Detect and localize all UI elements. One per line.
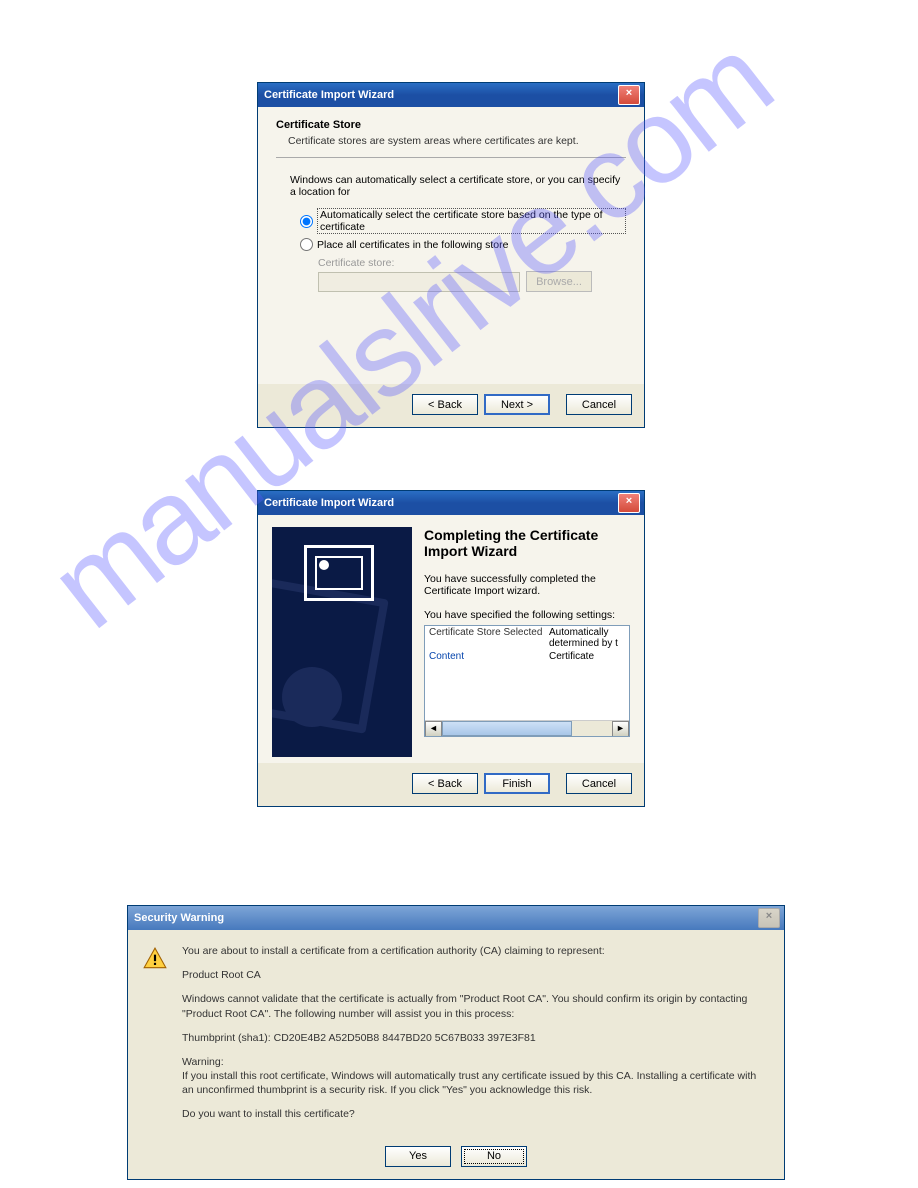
ca-name: Product Root CA <box>182 968 768 982</box>
document-page: manualslrive.com Certificate Import Wiza… <box>0 0 918 1188</box>
warning-icon <box>142 946 168 972</box>
titlebar[interactable]: Security Warning × <box>128 906 784 930</box>
list-row: Content Certificate <box>425 650 629 663</box>
cell: Automatically determined by t <box>549 627 625 649</box>
certificate-icon <box>304 545 374 601</box>
radio-input-place[interactable] <box>300 238 313 251</box>
button-row: < Back Next > Cancel <box>258 384 644 427</box>
security-warning-dialog: Security Warning × You are about to inst… <box>127 905 785 1180</box>
confirm-question: Do you want to install this certificate? <box>182 1107 768 1121</box>
close-icon[interactable]: × <box>618 493 640 513</box>
divider <box>276 157 626 158</box>
titlebar[interactable]: Certificate Import Wizard × <box>258 491 644 515</box>
warning-label: Warning: <box>182 1056 224 1068</box>
warning-detail: If you install this root certificate, Wi… <box>182 1070 756 1096</box>
cancel-button[interactable]: Cancel <box>566 394 632 415</box>
browse-button: Browse... <box>526 271 592 292</box>
store-label: Certificate store: <box>318 257 626 269</box>
titlebar[interactable]: Certificate Import Wizard × <box>258 83 644 107</box>
button-row: Yes No <box>128 1142 784 1179</box>
back-button[interactable]: < Back <box>412 394 478 415</box>
settings-listbox[interactable]: Certificate Store Selected Automatically… <box>424 625 630 737</box>
store-input <box>318 272 520 292</box>
store-input-row: Browse... <box>318 271 626 292</box>
scroll-right-icon[interactable]: ► <box>612 721 629 737</box>
next-button[interactable]: Next > <box>484 394 550 415</box>
radio-place-all[interactable]: Place all certificates in the following … <box>300 238 626 251</box>
yes-button[interactable]: Yes <box>385 1146 451 1167</box>
window-title: Certificate Import Wizard <box>264 89 394 101</box>
completion-text-1: You have successfully completed the Cert… <box>424 573 630 597</box>
radio-auto-select[interactable]: Automatically select the certificate sto… <box>300 208 626 234</box>
cell: Content <box>429 651 549 662</box>
cancel-button[interactable]: Cancel <box>566 773 632 794</box>
wizard-content: Completing the Certificate Import Wizard… <box>424 527 630 757</box>
warning-block: Warning: If you install this root certif… <box>182 1055 768 1098</box>
window-title: Security Warning <box>134 912 224 924</box>
section-desc: Certificate stores are system areas wher… <box>288 135 626 147</box>
warning-line: You are about to install a certificate f… <box>182 944 768 958</box>
instruction-text: Windows can automatically select a certi… <box>290 174 622 198</box>
scroll-left-icon[interactable]: ◄ <box>425 721 442 737</box>
back-button[interactable]: < Back <box>412 773 478 794</box>
cert-import-wizard-store: Certificate Import Wizard × Certificate … <box>257 82 645 428</box>
cell: Certificate Store Selected <box>429 627 549 649</box>
finish-button[interactable]: Finish <box>484 773 550 794</box>
button-row: < Back Finish Cancel <box>258 763 644 806</box>
thumbprint: Thumbprint (sha1): CD20E4B2 A52D50B8 844… <box>182 1031 768 1045</box>
cert-import-wizard-complete: Certificate Import Wizard × Completing t… <box>257 490 645 807</box>
cell: Certificate <box>549 651 625 662</box>
section-heading: Certificate Store <box>276 119 626 131</box>
completion-text-2: You have specified the following setting… <box>424 609 630 621</box>
list-row: Certificate Store Selected Automatically… <box>425 626 629 650</box>
radio-label-auto: Automatically select the certificate sto… <box>317 208 626 234</box>
dialog-body: You are about to install a certificate f… <box>128 930 784 1142</box>
close-icon[interactable]: × <box>618 85 640 105</box>
radio-label-place: Place all certificates in the following … <box>317 239 508 251</box>
radio-input-auto[interactable] <box>300 215 313 228</box>
warning-text: You are about to install a certificate f… <box>182 944 768 1132</box>
wizard-side-graphic <box>272 527 412 757</box>
window-title: Certificate Import Wizard <box>264 497 394 509</box>
close-icon[interactable]: × <box>758 908 780 928</box>
dialog-body: Completing the Certificate Import Wizard… <box>258 515 644 763</box>
completion-heading: Completing the Certificate Import Wizard <box>424 527 630 559</box>
warning-line: Windows cannot validate that the certifi… <box>182 992 768 1020</box>
scroll-thumb[interactable] <box>442 721 572 736</box>
no-button[interactable]: No <box>461 1146 527 1167</box>
horizontal-scrollbar[interactable]: ◄ ► <box>425 720 629 736</box>
dialog-body: Certificate Store Certificate stores are… <box>258 107 644 384</box>
